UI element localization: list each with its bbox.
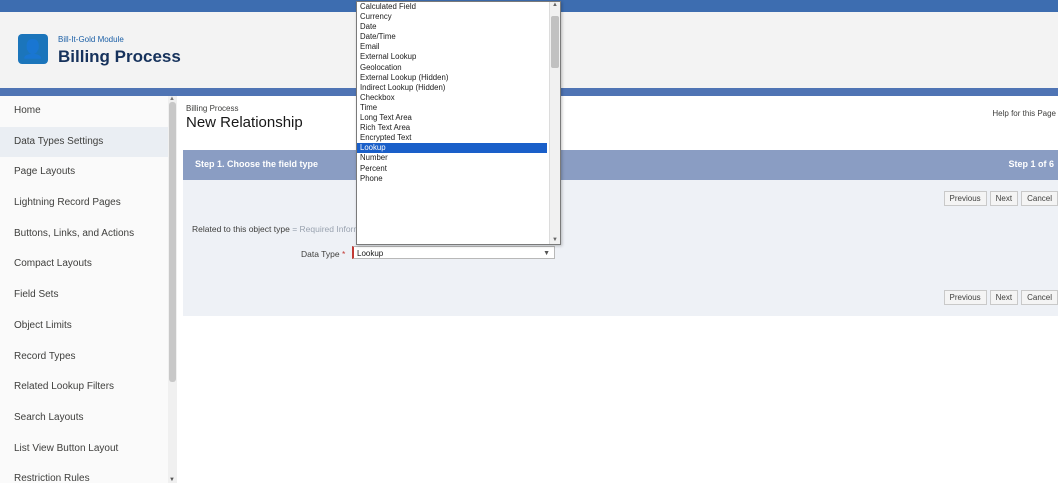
data-type-label: Data Type * xyxy=(301,249,345,259)
page-title: New Relationship xyxy=(186,114,303,131)
data-type-label-text: Data Type xyxy=(301,249,340,259)
required-marker: * xyxy=(341,249,346,259)
dropdown-option[interactable]: Email xyxy=(357,42,547,52)
dropdown-option[interactable]: External Lookup (Hidden) xyxy=(357,73,547,83)
dropdown-options: Calculated Field Currency Date Date/Time Ema… xyxy=(357,2,560,184)
dropdown-option[interactable]: Date xyxy=(357,22,547,32)
dropdown-option[interactable]: Long Text Area xyxy=(357,113,547,123)
breadcrumb[interactable]: Billing Process xyxy=(186,104,238,113)
dropdown-option[interactable]: Indirect Lookup (Hidden) xyxy=(357,83,547,93)
sidebar-scroll-thumb[interactable] xyxy=(169,102,176,382)
sidebar-item[interactable]: Restriction Rules xyxy=(0,464,168,483)
dropdown-option[interactable]: Phone xyxy=(357,174,547,184)
dropdown-scroll-thumb[interactable] xyxy=(551,16,559,68)
sidebar-item[interactable]: Record Types xyxy=(0,342,168,373)
cancel-button[interactable]: Cancel xyxy=(1021,191,1058,206)
bottom-button-row: Previous Next Cancel xyxy=(943,290,1058,305)
scroll-down-icon[interactable]: ▼ xyxy=(552,237,558,243)
setup-sidebar: Home Data Types Settings Page Layouts Light… xyxy=(0,96,168,483)
person-icon: 👤 xyxy=(18,34,48,64)
scroll-up-icon[interactable]: ▲ xyxy=(552,2,558,8)
dropdown-option[interactable]: Time xyxy=(357,103,547,113)
data-type-dropdown-list[interactable]: Calculated Field Currency Date Date/Time Ema… xyxy=(356,1,561,245)
sidebar-item[interactable]: List View Button Layout xyxy=(0,434,168,465)
wizard-step-header: Step 1. Choose the field type Step 1 of … xyxy=(183,150,1058,180)
sidebar-item[interactable]: Related Lookup Filters xyxy=(0,372,168,403)
dropdown-option[interactable]: Percent xyxy=(357,164,547,174)
dropdown-option[interactable]: Rich Text Area xyxy=(357,123,547,133)
sidebar-item[interactable]: Home xyxy=(0,96,168,127)
field-description: Related to this object type = Required I… xyxy=(192,224,379,234)
step-title: Step 1. Choose the field type xyxy=(195,159,319,169)
cancel-button-bottom[interactable]: Cancel xyxy=(1021,290,1058,305)
sidebar-item[interactable]: Data Types Settings xyxy=(0,126,168,158)
chevron-down-icon[interactable]: ▼ xyxy=(543,247,550,260)
dropdown-scrollbar[interactable]: ▲ ▼ xyxy=(549,2,560,244)
previous-button[interactable]: Previous xyxy=(943,191,987,206)
dropdown-option[interactable]: Date/Time xyxy=(357,32,547,42)
dropdown-option[interactable]: Calculated Field xyxy=(357,2,547,12)
dropdown-option[interactable]: Lookup xyxy=(357,143,547,154)
sidebar-scrollbar[interactable]: ▲ ▼ xyxy=(168,96,177,483)
app-title: Billing Process xyxy=(58,47,181,66)
top-button-row: Previous Next Cancel xyxy=(943,191,1058,206)
sidebar-item[interactable]: Lightning Record Pages xyxy=(0,188,168,219)
dropdown-option[interactable]: Encrypted Text xyxy=(357,133,547,143)
field-label-text: Related to this object type xyxy=(192,224,290,234)
sidebar-item[interactable]: Page Layouts xyxy=(0,157,168,188)
next-button-bottom[interactable]: Next xyxy=(989,290,1019,305)
sidebar-item[interactable]: Field Sets xyxy=(0,280,168,311)
dropdown-option[interactable]: Geolocation xyxy=(357,63,547,73)
scroll-down-icon[interactable]: ▼ xyxy=(169,477,175,483)
help-link[interactable]: Help for this Page xyxy=(992,109,1056,118)
next-button[interactable]: Next xyxy=(989,191,1019,206)
dropdown-option[interactable]: External Lookup xyxy=(357,52,547,62)
wizard-panel: Step 1. Choose the field type Step 1 of … xyxy=(183,150,1058,316)
sidebar-item[interactable]: Compact Layouts xyxy=(0,249,168,280)
dropdown-option[interactable]: Number xyxy=(357,153,547,163)
step-counter: Step 1 of 6 xyxy=(1008,159,1054,169)
dropdown-option[interactable]: Currency xyxy=(357,12,547,22)
sidebar-item[interactable]: Buttons, Links, and Actions xyxy=(0,219,168,250)
data-type-select[interactable]: Lookup ▼ xyxy=(352,246,555,259)
app-subtitle[interactable]: Bill-It-Gold Module xyxy=(58,35,124,44)
dropdown-option[interactable]: Checkbox xyxy=(357,93,547,103)
sidebar-item[interactable]: Object Limits xyxy=(0,311,168,342)
previous-button-bottom[interactable]: Previous xyxy=(943,290,987,305)
sidebar-item[interactable]: Search Layouts xyxy=(0,403,168,434)
data-type-select-value: Lookup xyxy=(357,249,384,258)
